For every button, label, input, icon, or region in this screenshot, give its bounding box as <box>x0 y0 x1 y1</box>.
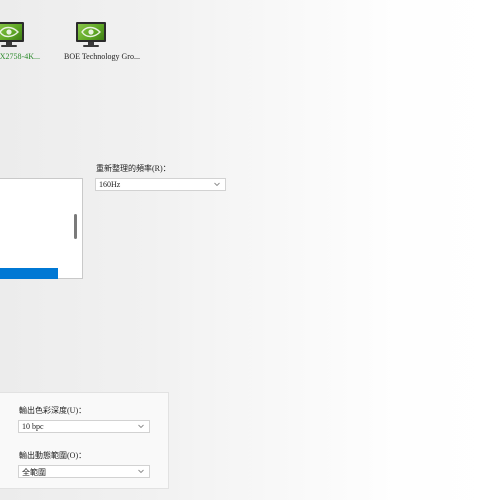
resolution-list[interactable] <box>0 178 83 279</box>
monitor-tile-boe[interactable]: BOE Technology Gro... <box>64 22 154 62</box>
chevron-down-icon <box>138 469 144 474</box>
resolution-list-selected-row[interactable] <box>0 268 58 279</box>
color-depth-label: 輸出色彩深度(U)： <box>19 406 87 415</box>
chevron-down-icon <box>138 424 144 429</box>
scrollbar-thumb[interactable] <box>74 214 77 239</box>
refresh-rate-value: 160Hz <box>99 180 121 189</box>
refresh-rate-label: 重新整理的頻率(R)： <box>96 164 171 173</box>
chevron-down-icon <box>214 182 220 187</box>
monitor-name: BOE Technology Gro... <box>64 52 140 61</box>
color-depth-dropdown[interactable]: 10 bpc <box>18 420 150 433</box>
monitor-name: VX2758-4K... <box>0 52 40 61</box>
monitor-icon <box>0 22 24 48</box>
dynamic-range-dropdown[interactable]: 全範圍 <box>18 465 150 478</box>
monitor-icon <box>76 22 106 48</box>
dynamic-range-label: 輸出動態範圍(O)： <box>19 451 87 460</box>
color-depth-value: 10 bpc <box>22 422 44 431</box>
refresh-rate-dropdown[interactable]: 160Hz <box>95 178 226 191</box>
dynamic-range-value: 全範圍 <box>22 468 46 477</box>
